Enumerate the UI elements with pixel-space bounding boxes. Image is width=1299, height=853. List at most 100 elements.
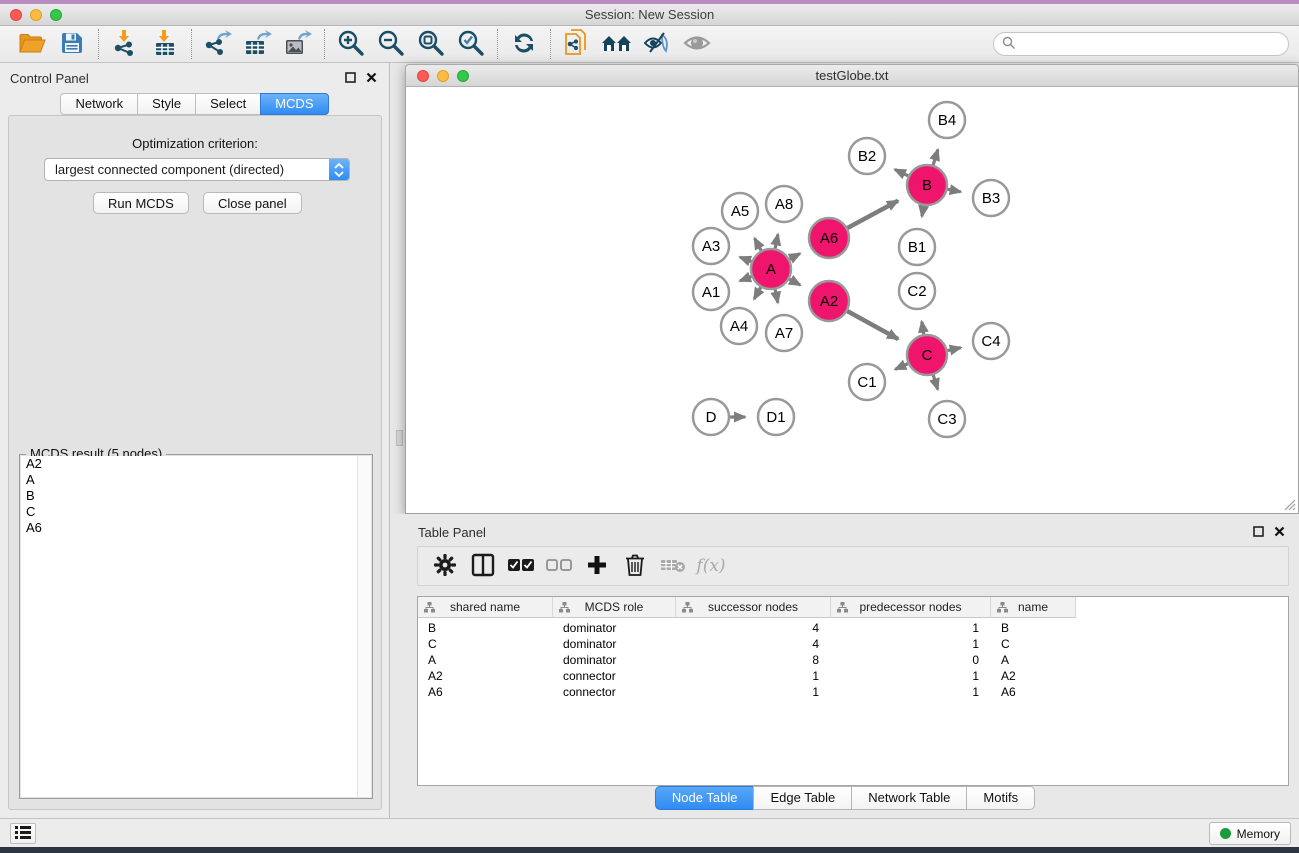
tab-network[interactable]: Network bbox=[60, 93, 137, 115]
select-all-rows-button[interactable] bbox=[504, 551, 538, 581]
birds-eye-view-button[interactable] bbox=[677, 28, 717, 60]
delete-column-button[interactable] bbox=[618, 551, 652, 581]
table-row[interactable]: Bdominator41B bbox=[418, 620, 1288, 636]
column-visibility-button[interactable] bbox=[466, 551, 500, 581]
table-row[interactable]: A6connector11A6 bbox=[418, 684, 1288, 700]
column-header-predecessor-nodes[interactable]: predecessor nodes bbox=[831, 597, 991, 618]
edge-A-A5[interactable] bbox=[755, 238, 761, 250]
cell[interactable]: 4 bbox=[676, 636, 831, 652]
open-file-button[interactable] bbox=[12, 28, 52, 60]
result-list-scrollbar[interactable] bbox=[357, 456, 371, 797]
delete-table-button[interactable] bbox=[656, 551, 690, 581]
cell[interactable]: A2 bbox=[418, 668, 553, 684]
edge-A-A7[interactable] bbox=[775, 290, 778, 303]
edge-B-B1[interactable] bbox=[922, 206, 924, 217]
save-session-button[interactable] bbox=[52, 28, 92, 60]
search-field[interactable] bbox=[993, 32, 1289, 56]
tab-mcds[interactable]: MCDS bbox=[260, 93, 328, 115]
window-resize-grip[interactable] bbox=[1282, 497, 1296, 511]
tab-motifs[interactable]: Motifs bbox=[966, 786, 1035, 810]
tab-edge-table[interactable]: Edge Table bbox=[753, 786, 851, 810]
tab-style[interactable]: Style bbox=[137, 93, 195, 115]
result-item[interactable]: A2 bbox=[21, 456, 359, 472]
cell[interactable]: 4 bbox=[676, 620, 831, 636]
add-column-button[interactable] bbox=[580, 551, 614, 581]
table-row[interactable]: Cdominator41C bbox=[418, 636, 1288, 652]
minimize-traffic-light[interactable] bbox=[30, 9, 42, 21]
first-neighbors-button[interactable] bbox=[597, 28, 637, 60]
column-header-name[interactable]: name bbox=[991, 597, 1076, 618]
optimization-criterion-select[interactable]: largest connected component (directed) bbox=[44, 158, 350, 181]
edge-B-B3[interactable] bbox=[948, 189, 961, 192]
close-traffic-light[interactable] bbox=[10, 9, 22, 21]
edge-B-B4[interactable] bbox=[933, 150, 938, 165]
export-image-button[interactable] bbox=[278, 28, 318, 60]
cell[interactable]: connector bbox=[553, 684, 676, 700]
cell[interactable]: 1 bbox=[831, 668, 991, 684]
cell[interactable]: A bbox=[991, 652, 1076, 668]
cell[interactable]: C bbox=[991, 636, 1076, 652]
zoom-fit-button[interactable] bbox=[411, 28, 451, 60]
cell[interactable]: B bbox=[418, 620, 553, 636]
edge-A-A4[interactable] bbox=[754, 287, 761, 299]
cell[interactable]: dominator bbox=[553, 652, 676, 668]
result-item[interactable]: B bbox=[21, 488, 359, 504]
network-graph[interactable]: B4B2BB3A5A8A6A3AB1A1A2C2A4A7C4C1CC3DD1 bbox=[406, 87, 1298, 512]
network-window-titlebar[interactable]: testGlobe.txt bbox=[405, 64, 1299, 87]
mcds-result-list[interactable]: A2ABCA6 bbox=[21, 456, 359, 797]
task-history-button[interactable] bbox=[10, 823, 36, 844]
tab-node-table[interactable]: Node Table bbox=[655, 786, 754, 810]
result-item[interactable]: A6 bbox=[21, 520, 359, 536]
close-panel-icon[interactable] bbox=[1274, 525, 1285, 540]
edge-C-C2[interactable] bbox=[922, 322, 924, 335]
close-panel-button[interactable]: Close panel bbox=[203, 192, 302, 214]
zoom-selected-button[interactable] bbox=[451, 28, 491, 60]
float-panel-icon[interactable] bbox=[345, 71, 356, 86]
show-graphics-details-button[interactable] bbox=[637, 28, 677, 60]
edge-C-C4[interactable] bbox=[948, 348, 961, 351]
cell[interactable]: B bbox=[991, 620, 1076, 636]
edge-B-B2[interactable] bbox=[895, 169, 908, 175]
memory-button[interactable]: Memory bbox=[1209, 822, 1291, 845]
cell[interactable]: 8 bbox=[676, 652, 831, 668]
cell[interactable]: 1 bbox=[676, 668, 831, 684]
float-panel-icon[interactable] bbox=[1253, 525, 1264, 540]
edge-A-A1[interactable] bbox=[740, 277, 751, 281]
zoom-out-button[interactable] bbox=[371, 28, 411, 60]
cell[interactable]: 1 bbox=[831, 684, 991, 700]
cell[interactable]: C bbox=[418, 636, 553, 652]
export-network-button[interactable] bbox=[198, 28, 238, 60]
vertical-split-handle[interactable] bbox=[396, 430, 403, 446]
cell[interactable]: A6 bbox=[991, 684, 1076, 700]
export-table-button[interactable] bbox=[238, 28, 278, 60]
cell[interactable]: A6 bbox=[418, 684, 553, 700]
refresh-button[interactable] bbox=[504, 28, 544, 60]
function-builder-button[interactable]: f(x) bbox=[694, 551, 728, 581]
column-header-successor-nodes[interactable]: successor nodes bbox=[676, 597, 831, 618]
table-row[interactable]: A2connector11A2 bbox=[418, 668, 1288, 684]
result-item[interactable]: C bbox=[21, 504, 359, 520]
edge-A-A2[interactable] bbox=[789, 279, 800, 285]
edge-C-C1[interactable] bbox=[895, 364, 908, 370]
zoom-traffic-light[interactable] bbox=[50, 9, 62, 21]
import-network-button[interactable] bbox=[105, 28, 145, 60]
result-item[interactable]: A bbox=[21, 472, 359, 488]
cell[interactable]: 0 bbox=[831, 652, 991, 668]
edge-A-A8[interactable] bbox=[775, 234, 778, 248]
minimize-traffic-light[interactable] bbox=[437, 70, 449, 82]
edge-A-A3[interactable] bbox=[740, 257, 751, 261]
deselect-all-rows-button[interactable] bbox=[542, 551, 576, 581]
tab-network-table[interactable]: Network Table bbox=[851, 786, 966, 810]
cell[interactable]: A2 bbox=[991, 668, 1076, 684]
import-table-button[interactable] bbox=[145, 28, 185, 60]
column-header-MCDS-role[interactable]: MCDS role bbox=[553, 597, 676, 618]
close-panel-icon[interactable] bbox=[366, 71, 377, 86]
cell[interactable]: 1 bbox=[831, 636, 991, 652]
cell[interactable]: 1 bbox=[676, 684, 831, 700]
tab-select[interactable]: Select bbox=[195, 93, 260, 115]
cell[interactable]: dominator bbox=[553, 636, 676, 652]
edge-A2-C[interactable] bbox=[847, 311, 898, 339]
edge-C-C3[interactable] bbox=[933, 375, 937, 389]
column-header-shared-name[interactable]: shared name bbox=[418, 597, 553, 618]
search-input[interactable] bbox=[1016, 34, 1288, 54]
